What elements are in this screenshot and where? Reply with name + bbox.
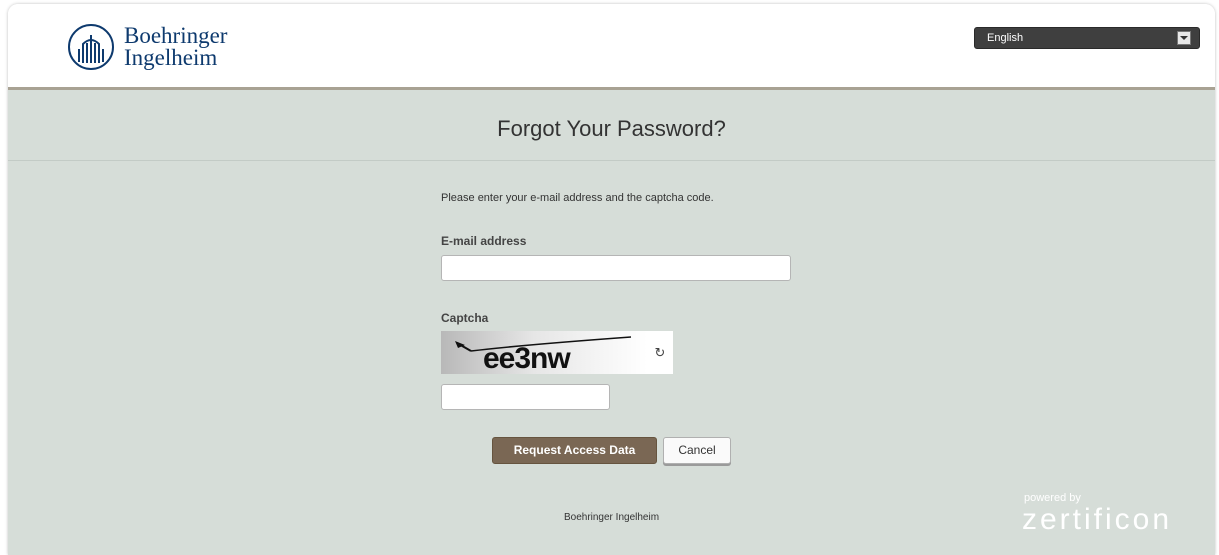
company-logo: Boehringer Ingelheim xyxy=(66,22,227,72)
refresh-icon: ↻ xyxy=(654,345,666,360)
captcha-image: ee3nw xyxy=(441,331,647,374)
language-select-value: English xyxy=(987,32,1024,44)
page-title: Forgot Your Password? xyxy=(497,116,726,141)
email-label: E-mail address xyxy=(441,234,527,248)
instructions-text: Please enter your e-mail address and the… xyxy=(441,192,714,204)
captcha-label: Captcha xyxy=(441,311,489,325)
header: Boehringer Ingelheim English xyxy=(8,4,1215,90)
request-access-data-button[interactable]: Request Access Data xyxy=(492,437,657,464)
zertificon-logo: zertificon xyxy=(1022,503,1173,536)
logo-line-2: Ingelheim xyxy=(124,45,218,70)
company-logo-text: Boehringer Ingelheim xyxy=(124,23,228,70)
chevron-down-icon[interactable] xyxy=(1177,31,1191,45)
title-bar: Forgot Your Password? xyxy=(8,90,1215,161)
main-panel: Forgot Your Password? Please enter your … xyxy=(8,90,1215,555)
email-input[interactable] xyxy=(441,255,791,281)
captcha-text: ee3nw xyxy=(483,342,571,374)
boehringer-logo-icon xyxy=(68,24,114,70)
logo-line-1: Boehringer xyxy=(124,23,228,48)
cancel-button[interactable]: Cancel xyxy=(663,437,731,464)
captcha-refresh-button[interactable]: ↻ xyxy=(647,331,673,374)
app-window: Boehringer Ingelheim English Forgot Your… xyxy=(8,4,1215,555)
captcha-input[interactable] xyxy=(441,384,610,410)
language-select[interactable]: English xyxy=(974,27,1200,49)
